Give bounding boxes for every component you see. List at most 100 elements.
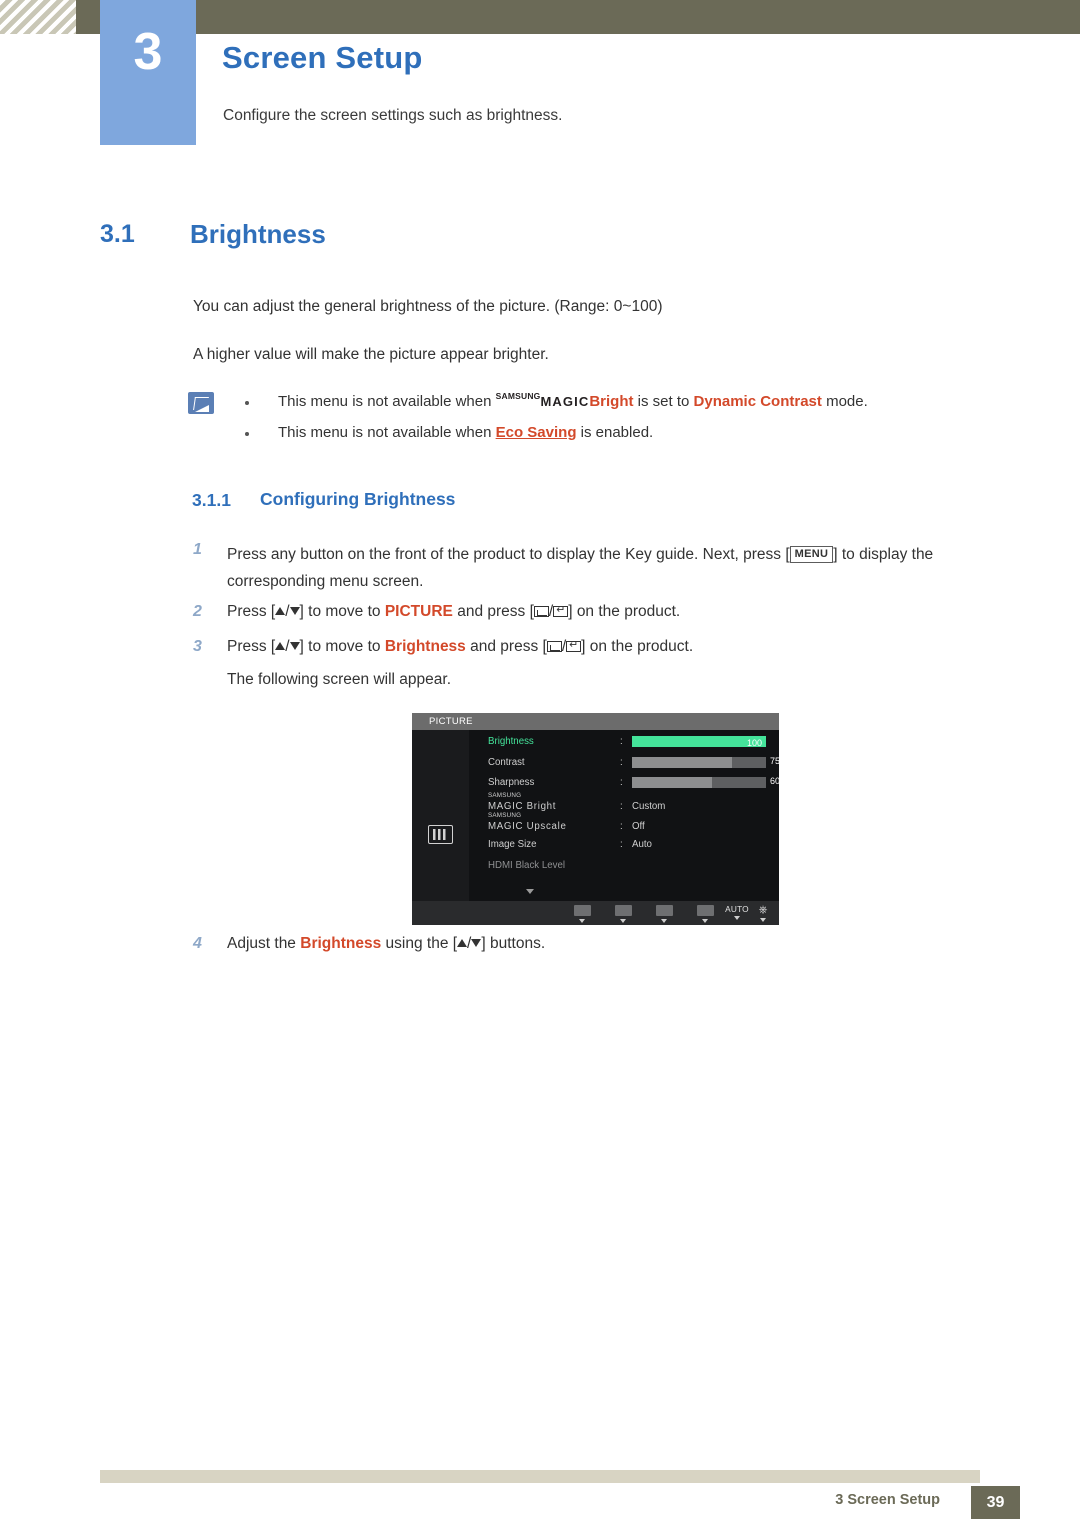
osd-key-power[interactable]: ⎈	[750, 904, 776, 922]
step-3-text-b: ] to move to	[299, 638, 385, 655]
step-1-number: 1	[193, 541, 202, 558]
step-2-number: 2	[193, 603, 202, 620]
chevron-down-icon	[579, 918, 585, 923]
osd-colon: :	[620, 821, 623, 833]
section-number: 3.1	[100, 220, 135, 248]
step-4-text-b: using the [	[381, 935, 458, 952]
osd-row-hdmi-black-level[interactable]: HDMI Black Level	[469, 857, 779, 878]
osd-value: Auto	[632, 838, 652, 850]
osd-row-contrast[interactable]: Contrast : 75	[469, 754, 781, 775]
osd-label: MAGIC Bright	[488, 800, 557, 812]
osd-slider-value: 75	[770, 755, 781, 766]
minus-key-icon	[614, 905, 632, 916]
osd-title: PICTURE	[412, 713, 779, 730]
magic-word: MAGIC	[540, 394, 590, 409]
bullet-dot	[245, 401, 249, 405]
note-1-highlight: Dynamic Contrast	[693, 393, 822, 410]
osd-row-brightness[interactable]: Brightness : 100	[469, 733, 779, 754]
step-3-subtext: The following screen will appear.	[227, 671, 452, 688]
subsection-title: Configuring Brightness	[260, 489, 456, 509]
osd-key-left-arrow[interactable]	[569, 905, 595, 923]
osd-colon: :	[620, 756, 623, 768]
osd-slider-fill	[632, 756, 732, 768]
osd-label: Image Size	[488, 838, 537, 850]
step-3-text-c: and press [	[465, 638, 547, 655]
step-2-target: PICTURE	[384, 603, 453, 620]
osd-label: Sharpness	[488, 777, 535, 789]
step-3-number: 3	[193, 638, 202, 655]
arrow-up-icon	[275, 607, 286, 615]
osd-label: MAGIC Upscale	[488, 821, 567, 833]
osd-colon: :	[620, 838, 623, 850]
osd-slider-track[interactable]	[632, 777, 766, 789]
note-1-suffix: mode.	[821, 393, 868, 410]
osd-slider-fill	[632, 736, 766, 747]
osd-row-magic-upscale[interactable]: SAMSUNG MAGIC Upscale : Off	[469, 812, 779, 836]
arrow-down-icon	[471, 939, 482, 947]
power-key-icon: ⎈	[758, 904, 768, 916]
osd-screenshot: PICTURE Brightness : 100 Contrast : 75 S…	[412, 713, 781, 925]
osd-value: Off	[632, 821, 645, 833]
chevron-down-icon	[620, 918, 626, 923]
magic-sup-samsung: SAMSUNG	[495, 391, 541, 401]
arrow-up-icon	[457, 939, 468, 947]
bullet-dot	[245, 432, 249, 436]
return-key-icon	[566, 638, 582, 652]
return-key-icon	[553, 603, 569, 617]
osd-row-image-size[interactable]: Image Size : Auto	[469, 836, 779, 857]
osd-slider-track[interactable]	[632, 756, 766, 768]
osd-slider-track[interactable]: 100	[632, 736, 766, 748]
chevron-down-icon	[734, 916, 740, 920]
step-3-text-d: ] on the product.	[581, 638, 694, 655]
arrow-down-icon	[289, 607, 300, 615]
chapter-description: Configure the screen settings such as br…	[223, 107, 563, 124]
chevron-down-icon	[661, 918, 667, 923]
osd-sidebar	[412, 730, 469, 905]
osd-key-minus[interactable]	[610, 905, 636, 923]
footer-page-number: 39	[971, 1486, 1020, 1519]
chapter-number-badge: 3	[100, 0, 196, 145]
picture-sliders-icon	[428, 825, 453, 844]
footer-rule	[100, 1470, 980, 1483]
subsection-number: 3.1.1	[192, 490, 231, 510]
step-2-text-b: ] to move to	[299, 603, 385, 620]
plus-key-icon	[655, 905, 673, 916]
enter-key-icon	[533, 606, 549, 617]
section-paragraph-1: You can adjust the general brightness of…	[193, 298, 663, 315]
step-3-target: Brightness	[384, 638, 466, 655]
step-2-text-a: Press [	[227, 603, 276, 620]
osd-colon: :	[620, 736, 623, 747]
step-1-text: Press any button on the front of the pro…	[227, 541, 1017, 595]
note-item-1: This menu is not available when SAMSUNGM…	[278, 391, 868, 410]
menu-keycap: MENU	[789, 546, 834, 563]
step-4-text: Adjust the Brightness using the [/] butt…	[227, 935, 545, 953]
osd-label: Contrast	[488, 756, 525, 768]
osd-label: HDMI Black Level	[488, 859, 565, 871]
magic-bright-logo: SAMSUNGMAGICBright	[495, 391, 634, 410]
osd-magic-sup: SAMSUNG	[488, 812, 522, 820]
chevron-down-icon	[760, 918, 766, 922]
osd-key-plus[interactable]	[651, 905, 677, 923]
enter-key-icon	[546, 641, 562, 652]
osd-slider-fill	[632, 777, 712, 789]
step-4-number: 4	[193, 935, 202, 952]
step-4-text-a: Adjust the	[227, 935, 301, 952]
section-paragraph-2: A higher value will make the picture app…	[193, 346, 549, 363]
osd-colon: :	[620, 777, 623, 789]
note-item-2: This menu is not available when Eco Savi…	[278, 424, 653, 441]
osd-magic-sup: SAMSUNG	[488, 791, 522, 799]
arrow-up-icon	[275, 642, 286, 650]
step-2-text-d: ] on the product.	[568, 603, 681, 620]
note-1-prefix: This menu is not available when	[278, 393, 496, 410]
step-3-text-a: Press [	[227, 638, 276, 655]
osd-footer: AUTO ⎈	[412, 901, 779, 925]
note-pencil-icon	[188, 392, 214, 414]
osd-slider-value: 100	[746, 738, 762, 748]
chapter-title: Screen Setup	[222, 40, 423, 75]
chevron-down-icon[interactable]	[526, 889, 534, 894]
step-1-text-a: Press any button on the front of the pro…	[227, 546, 790, 563]
note-1-middle: is set to	[633, 393, 694, 410]
header-hatch-decoration	[0, 0, 76, 34]
step-4-target: Brightness	[300, 935, 382, 952]
note-2-highlight: Eco Saving	[495, 424, 577, 441]
